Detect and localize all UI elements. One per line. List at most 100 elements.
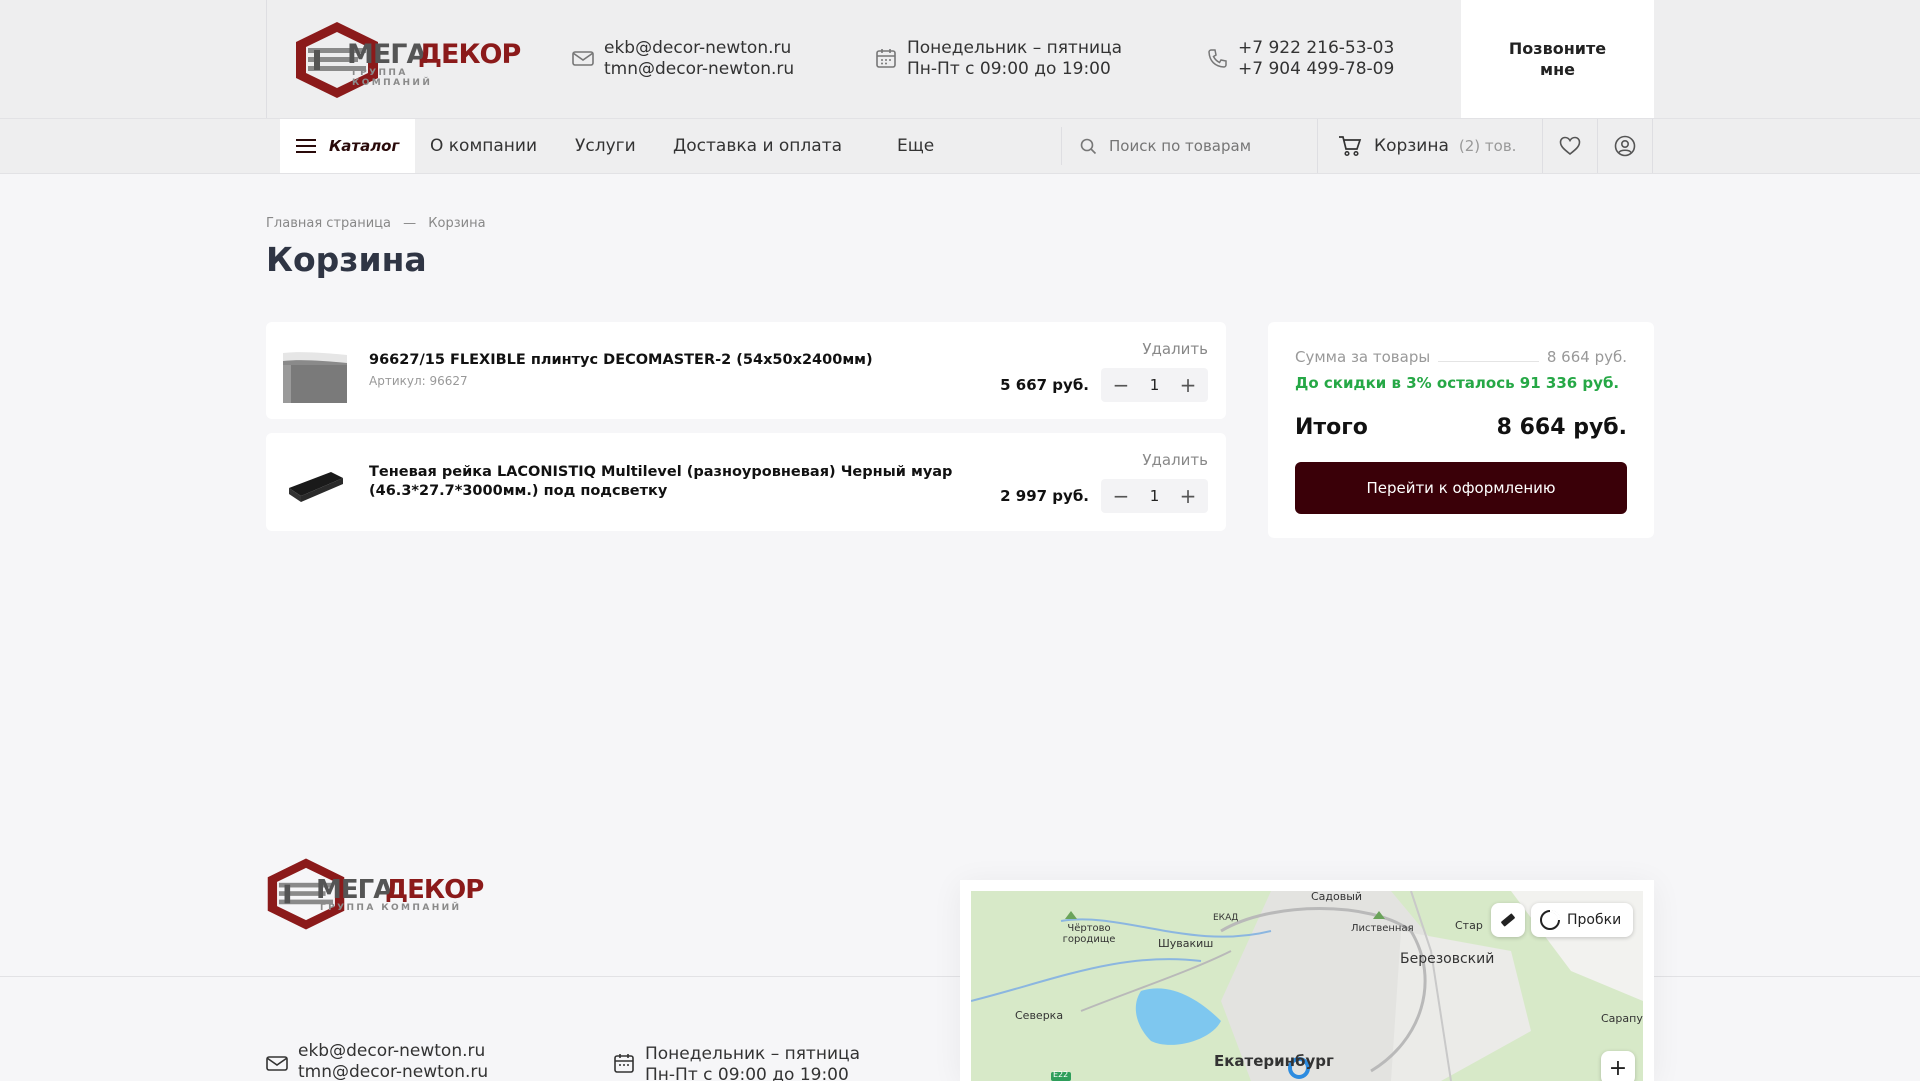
total-label: Итого <box>1295 415 1368 440</box>
footer-emails: ekb@decor-newton.ru tmn@decor-newton.ru <box>266 1041 496 1081</box>
breadcrumb-home-link[interactable]: Главная страница <box>266 216 391 231</box>
decrease-qty-button[interactable]: − <box>1111 375 1131 395</box>
product-thumbnail[interactable] <box>283 339 347 403</box>
order-summary: Сумма за товары 8 664 руб. До скидки в 3… <box>1268 322 1654 538</box>
user-icon <box>1614 135 1636 157</box>
map-place-label: Чёртово городище <box>1062 923 1116 945</box>
quantity-stepper: − 1 + <box>1101 479 1208 513</box>
item-price: 2 997 руб. <box>1000 487 1089 505</box>
delete-item-button[interactable]: Удалить <box>1142 451 1208 469</box>
product-name-link[interactable]: 96627/15 FLEXIBLE плинтус DECOMASTER-2 (… <box>369 351 969 370</box>
map-place-label: Сарапулка <box>1601 1012 1643 1025</box>
schedule-hours: Пн-Пт с 09:00 до 19:00 <box>907 59 1111 79</box>
cart-item: Теневая рейка LACONISTIQ Multilevel (раз… <box>266 433 1226 531</box>
account-button[interactable] <box>1598 119 1653 173</box>
map-place-label: Лиственная <box>1351 923 1414 934</box>
footer-email-tmn-link[interactable]: tmn@decor-newton.ru <box>298 1062 488 1081</box>
zoom-in-label: + <box>1608 1055 1628 1081</box>
header-inner: МЕГА ДЕКОР ГРУППА КОМПАНИЙ ekb@decor-new… <box>266 0 1654 118</box>
logo-word-1: МЕГА <box>347 39 427 70</box>
heart-icon <box>1559 136 1581 156</box>
total-value: 8 664 руб. <box>1496 415 1627 440</box>
nav-inner: Каталог О компании Услуги Доставка и опл… <box>266 119 1654 173</box>
logo-subtitle: ГРУППА КОМПАНИЙ <box>320 903 462 913</box>
calendar-icon <box>614 1054 634 1073</box>
logo-subtitle: ГРУППА КОМПАНИЙ <box>352 68 433 88</box>
main-nav: Каталог О компании Услуги Доставка и опл… <box>0 118 1920 174</box>
qty-value[interactable]: 1 <box>1140 376 1170 394</box>
search-box <box>1061 127 1313 165</box>
email-tmn-link[interactable]: tmn@decor-newton.ru <box>604 59 794 80</box>
discount-note: До скидки в 3% осталось 91 336 руб. <box>1295 374 1620 392</box>
search-input[interactable] <box>1109 137 1309 155</box>
decrease-qty-button[interactable]: − <box>1111 486 1131 506</box>
breadcrumb-current: Корзина <box>428 216 486 231</box>
nav-item-services[interactable]: Услуги <box>575 136 636 156</box>
map-widget: Садовый Чёртово городище Шувакиш Листвен… <box>960 880 1654 1081</box>
goods-sum-value: 8 664 руб. <box>1546 348 1627 366</box>
product-sku: Артикул: 96627 <box>369 374 468 388</box>
logo-word-2: ДЕКОР <box>418 39 521 70</box>
cart-nav-label: Корзина <box>1374 136 1449 156</box>
header-phones: +7 922 216-53-03 +7 904 499-78-09 <box>1206 38 1406 82</box>
phone-1-link[interactable]: +7 922 216-53-03 <box>1238 38 1394 59</box>
footer-schedule-days: Понедельник – пятница <box>645 1044 860 1064</box>
top-header: МЕГА ДЕКОР ГРУППА КОМПАНИЙ ekb@decor-new… <box>0 0 1920 118</box>
map-place-label: Северка <box>1015 1009 1064 1022</box>
map-place-label: Садовый <box>1311 891 1363 903</box>
map-city-label: Екатеринбург <box>1214 1052 1334 1070</box>
calendar-icon <box>876 49 896 68</box>
mail-icon <box>572 51 594 66</box>
delete-item-button[interactable]: Удалить <box>1142 340 1208 358</box>
product-thumbnail[interactable] <box>283 450 347 514</box>
nav-item-delivery[interactable]: Доставка и оплата <box>673 136 842 156</box>
phone-2-link[interactable]: +7 904 499-78-09 <box>1238 59 1394 80</box>
ruler-icon <box>1501 913 1515 927</box>
cart-item: 96627/15 FLEXIBLE плинтус DECOMASTER-2 (… <box>266 322 1226 419</box>
footer-email-ekb-link[interactable]: ekb@decor-newton.ru <box>298 1041 488 1062</box>
mail-icon <box>266 1056 288 1071</box>
cart-nav-button[interactable]: Корзина (2) тов. <box>1317 119 1543 173</box>
map-canvas[interactable]: Садовый Чёртово городище Шувакиш Листвен… <box>971 891 1643 1081</box>
map-road-label: E22 <box>1053 1070 1069 1079</box>
callback-button[interactable]: Позвоните мне <box>1461 0 1654 118</box>
nav-item-more[interactable]: Еще <box>897 136 934 156</box>
menu-icon <box>296 139 316 153</box>
site-logo[interactable]: МЕГА ДЕКОР ГРУППА КОМПАНИЙ <box>292 20 521 100</box>
cart-icon <box>1339 136 1362 157</box>
product-name-link[interactable]: Теневая рейка LACONISTIQ Multilevel (раз… <box>369 463 969 501</box>
cart-count: (2) тов. <box>1458 137 1517 155</box>
phone-icon <box>1208 49 1227 68</box>
header-emails: ekb@decor-newton.ru tmn@decor-newton.ru <box>572 38 802 82</box>
breadcrumb: Главная страница — Корзина <box>266 216 486 231</box>
traffic-label: Пробки <box>1567 912 1622 928</box>
footer-logo[interactable]: МЕГА ДЕКОР ГРУППА КОМПАНИЙ <box>264 855 484 935</box>
map-road-label: ЕКАД <box>1213 913 1239 923</box>
map-place-label: Стар <box>1455 919 1483 932</box>
increase-qty-button[interactable]: + <box>1178 375 1198 395</box>
footer-schedule: Понедельник – пятница Пн-Пт с 09:00 до 1… <box>613 1044 873 1081</box>
nav-item-about[interactable]: О компании <box>430 136 537 156</box>
checkout-button[interactable]: Перейти к оформлению <box>1295 462 1627 514</box>
map-place-label: Шувакиш <box>1158 937 1214 950</box>
footer-schedule-hours: Пн-Пт с 09:00 до 19:00 <box>645 1065 849 1081</box>
map-ruler-button[interactable] <box>1491 903 1525 937</box>
search-icon[interactable] <box>1080 138 1097 155</box>
map-zoom-in-button[interactable]: + <box>1601 1051 1635 1081</box>
logo-word-2: ДЕКОР <box>385 875 484 905</box>
logo-word-1: МЕГА <box>316 875 393 905</box>
favorites-button[interactable] <box>1543 119 1598 173</box>
breadcrumb-separator: — <box>403 216 417 231</box>
goods-sum-row: Сумма за товары 8 664 руб. <box>1295 348 1627 366</box>
catalog-label: Каталог <box>329 137 400 155</box>
map-traffic-button[interactable]: Пробки <box>1531 903 1633 937</box>
email-ekb-link[interactable]: ekb@decor-newton.ru <box>604 38 794 59</box>
increase-qty-button[interactable]: + <box>1178 486 1198 506</box>
goods-sum-label: Сумма за товары <box>1295 348 1431 366</box>
header-schedule: Понедельник – пятница Пн-Пт с 09:00 до 1… <box>875 38 1135 82</box>
quantity-stepper: − 1 + <box>1101 368 1208 402</box>
dotted-leader <box>1438 353 1539 362</box>
page-title: Корзина <box>266 240 427 279</box>
catalog-button[interactable]: Каталог <box>280 119 415 173</box>
qty-value[interactable]: 1 <box>1140 487 1170 505</box>
